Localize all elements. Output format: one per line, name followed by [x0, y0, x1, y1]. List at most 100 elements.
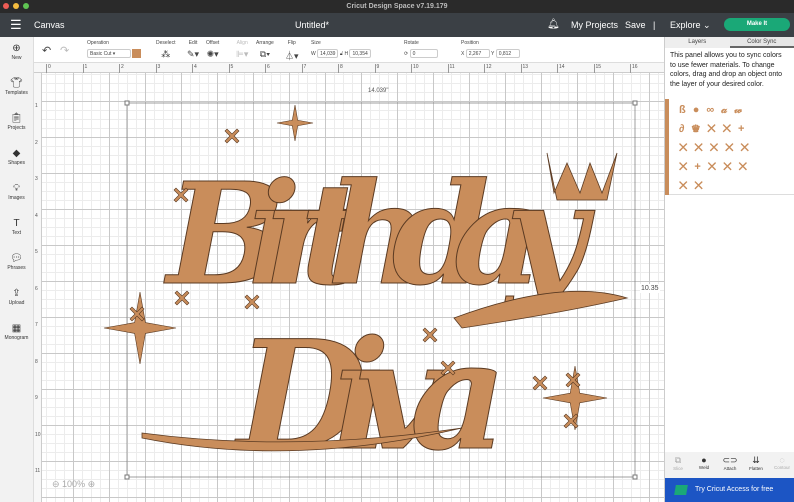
ruler-tick-label: 2: [35, 139, 38, 146]
right-panel: Layers Color Sync This panel allows you t…: [664, 37, 794, 502]
make-it-button[interactable]: Make It: [724, 18, 790, 31]
height-dimension-label: 10.35: [640, 284, 660, 293]
monogram-icon: ▦: [11, 323, 22, 334]
canvas-label: Canvas: [34, 20, 65, 30]
hamburger-menu-icon[interactable]: ☰: [10, 13, 22, 37]
sparkle-star: [103, 291, 177, 365]
sidebar-label: Upload: [8, 300, 25, 306]
slice-button[interactable]: ⧉ Slice: [665, 452, 691, 478]
rotate-icon: ⟳: [404, 51, 409, 57]
flatten-button[interactable]: ⇊ Flatten: [743, 452, 769, 478]
size-label: Size: [311, 40, 321, 46]
x-input[interactable]: 2,267: [465, 49, 490, 58]
weld-icon: ●: [701, 455, 707, 465]
color-swatch[interactable]: [132, 49, 142, 58]
color-sync-description: This panel allows you to sync colors to …: [670, 52, 783, 88]
ruler-tick-label: 7: [301, 64, 306, 73]
sidebar-item-new[interactable]: ⊕ New: [0, 37, 33, 72]
color-layer-group[interactable]: ß●∞𝒶𝓌 ∂♛✕✕+ ✕✕✕✕✕ ✕+✕✕✕ ✕✕: [665, 99, 794, 195]
ruler-tick-label: 8: [35, 358, 38, 365]
header-separator: |: [653, 20, 656, 30]
weld-button[interactable]: ● Weld: [691, 452, 717, 478]
width-label: W: [311, 51, 316, 57]
height-label: H: [344, 51, 349, 57]
operation-select[interactable]: Basic Cut ▾: [87, 49, 131, 58]
tool-label: Flatten: [749, 466, 763, 471]
tool-label: Attach: [723, 466, 737, 471]
contour-button[interactable]: ◌ Contour: [769, 452, 794, 478]
ruler-tick-label: 14: [557, 64, 565, 73]
minimize-window-button[interactable]: [13, 3, 19, 9]
sidebar-item-templates[interactable]: 👕︎ Templates: [0, 72, 33, 107]
explore-menu[interactable]: Explore ⌄: [670, 13, 711, 37]
design-text-birthday: Birthday: [163, 153, 596, 317]
y-input[interactable]: 0,812: [495, 49, 520, 58]
sidebar-label: Monogram: [4, 335, 29, 341]
design-text-diva: Diva: [233, 308, 507, 484]
resize-handle[interactable]: [124, 474, 130, 480]
sidebar-item-phrases[interactable]: 💬︎ Phrases: [0, 247, 33, 282]
speech-icon: 💬︎: [10, 253, 23, 264]
design-artwork[interactable]: 14.039" Birthday Diva: [42, 73, 664, 502]
cricut-access-banner[interactable]: Try Cricut Access for free: [665, 478, 794, 502]
chevron-down-icon: ⌄: [703, 20, 711, 30]
x-star: [224, 128, 240, 144]
bottom-tools: ⧉ Slice ● Weld ⊂⊃ Attach ⇊ Flatten ◌ Contour: [665, 452, 794, 478]
sidebar-item-images[interactable]: 💡︎ Images: [0, 177, 33, 212]
sidebar-label: Text: [11, 230, 22, 236]
offset-button[interactable]: Offset: [206, 40, 219, 46]
resize-handle[interactable]: [124, 100, 130, 106]
document-title: Untitled*: [295, 20, 330, 30]
undo-icon[interactable]: ↶: [42, 44, 51, 57]
save-button[interactable]: Save: [625, 13, 646, 37]
tool-label: Contour: [773, 465, 790, 470]
ruler-tick-label: 1: [35, 103, 38, 109]
sidebar-item-upload[interactable]: ⇪ Upload: [0, 282, 33, 317]
sidebar-item-projects[interactable]: 📋︎ Projects: [0, 107, 33, 142]
attach-button[interactable]: ⊂⊃ Attach: [717, 452, 743, 478]
resize-handle[interactable]: [632, 474, 638, 480]
my-projects-link[interactable]: My Projects: [571, 13, 618, 37]
redo-icon[interactable]: ↷: [60, 44, 69, 57]
zoom-control[interactable]: ⊖ 100% ⊕: [52, 479, 95, 490]
x-label: X: [461, 51, 465, 57]
bell-icon[interactable]: 🔔︎: [547, 13, 560, 37]
arrange-button[interactable]: Arrange: [256, 40, 274, 46]
edit-toolbar: ↶ ↷ Operation Basic Cut ▾ Deselect ⁂ Edit ✎…: [34, 37, 664, 63]
design-canvas[interactable]: 14.039" Birthday Diva 10.35 ⊖ 100% ⊕: [42, 73, 664, 502]
offset-icon: ✺▾: [206, 49, 219, 59]
lock-icon[interactable]: 🔓︎: [340, 51, 343, 57]
tab-layers[interactable]: Layers: [665, 37, 730, 48]
sidebar-label: Templates: [5, 90, 28, 96]
sidebar-item-text[interactable]: T Text: [0, 212, 33, 247]
x-star: [532, 375, 548, 391]
resize-handle[interactable]: [632, 100, 638, 106]
tab-color-sync[interactable]: Color Sync: [729, 37, 794, 48]
ruler-tick-label: 2: [119, 64, 124, 73]
tool-label: Weld: [698, 465, 710, 470]
ruler-tick-label: 10: [35, 431, 41, 438]
ruler-tick-label: 4: [35, 212, 38, 219]
close-window-button[interactable]: [3, 3, 9, 9]
flip-button[interactable]: Flip: [285, 40, 299, 46]
sidebar-item-shapes[interactable]: ◆ Shapes: [0, 142, 33, 177]
deselect-button[interactable]: Deselect: [156, 40, 175, 46]
sidebar-item-monogram[interactable]: ▦ Monogram: [0, 317, 33, 352]
sidebar-label: Images: [8, 195, 25, 201]
ruler-tick-label: 8: [338, 64, 343, 73]
width-input[interactable]: 14,039: [317, 49, 339, 58]
shirt-icon: 👕︎: [10, 78, 23, 89]
window-title: Cricut Design Space v7.19.179: [346, 3, 448, 10]
align-button[interactable]: Align: [236, 40, 248, 46]
sidebar-label: Phrases: [7, 265, 26, 271]
flatten-icon: ⇊: [752, 455, 760, 465]
height-input[interactable]: 10,354: [349, 49, 371, 58]
rotate-input[interactable]: 0: [409, 49, 438, 58]
color-layer-swatch[interactable]: [665, 99, 669, 195]
ruler-tick-label: 3: [155, 64, 160, 73]
zoom-window-button[interactable]: [23, 3, 29, 9]
sparkle-star: [276, 104, 314, 142]
attach-icon: ⊂⊃: [722, 455, 738, 465]
edit-button[interactable]: Edit: [187, 40, 199, 46]
cricut-access-icon: [674, 485, 688, 495]
